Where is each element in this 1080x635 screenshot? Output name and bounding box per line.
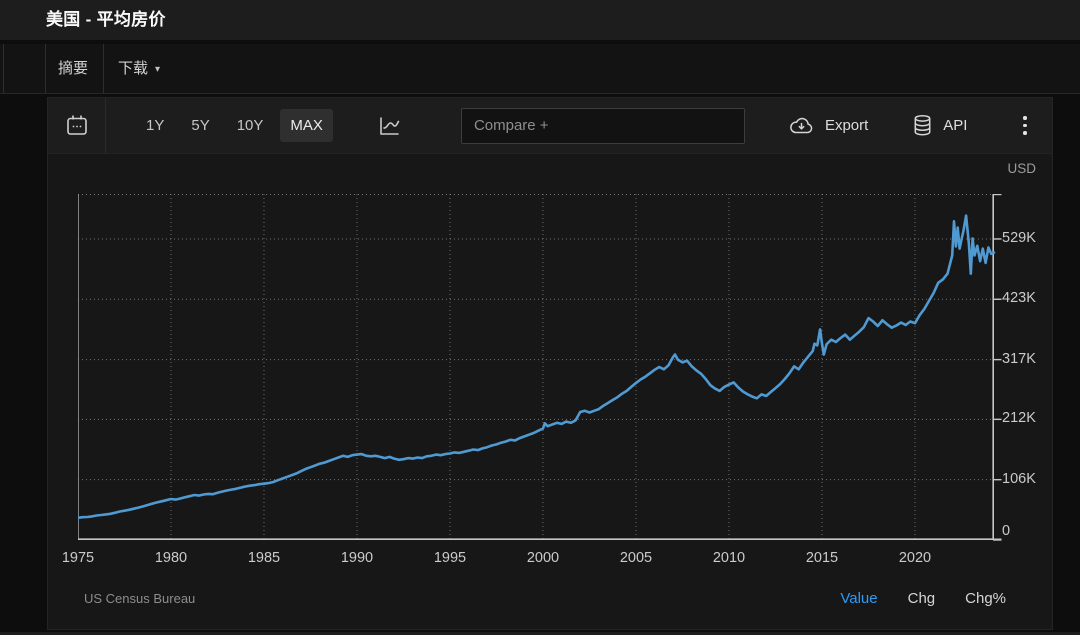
source-attribution: US Census Bureau (84, 591, 195, 606)
x-axis-label: 1990 (341, 550, 373, 566)
x-axis-label: 2005 (620, 550, 652, 566)
footer-link-chg[interactable]: Chg (908, 590, 936, 607)
range-1y-button[interactable]: 1Y (136, 109, 174, 142)
y-axis-label: 212K (1002, 410, 1036, 426)
chart-panel: 1Y5Y10YMAX Export (47, 97, 1053, 630)
api-button[interactable]: API (903, 107, 976, 144)
range-buttons: 1Y5Y10YMAX (136, 109, 333, 142)
x-axis-label: 1975 (62, 550, 94, 566)
range-5y-button[interactable]: 5Y (181, 109, 219, 142)
tab-bar (0, 44, 1080, 94)
export-button[interactable]: Export (779, 108, 877, 143)
page-title: 美国 - 平均房价 (46, 0, 166, 40)
x-axis-label: 2010 (713, 550, 745, 566)
tab-summary[interactable]: 摘要 (58, 44, 88, 93)
x-axis-label: 1995 (434, 550, 466, 566)
price-line-chart[interactable] (78, 194, 1004, 546)
range-10y-button[interactable]: 10Y (227, 109, 274, 142)
x-axis-label: 2000 (527, 550, 559, 566)
series-mode-links: Value Chg Chg% (840, 590, 1006, 607)
price-series-line (78, 216, 994, 518)
cloud-download-icon (788, 115, 815, 136)
y-axis-label: 529K (1002, 230, 1036, 246)
x-axis-label: 1985 (248, 550, 280, 566)
x-axis-label: 2015 (806, 550, 838, 566)
unit-label: USD (1007, 161, 1036, 176)
range-max-button[interactable]: MAX (280, 109, 333, 142)
y-axis-label: 0 (1002, 523, 1010, 539)
database-icon (912, 114, 933, 137)
calendar-button[interactable] (48, 98, 106, 154)
chart-type-button[interactable] (367, 107, 411, 145)
chevron-down-icon: ▾ (155, 64, 160, 75)
y-axis-label: 106K (1002, 471, 1036, 487)
export-label: Export (825, 117, 868, 134)
kebab-menu-icon (1023, 116, 1027, 120)
y-axis-label: 317K (1002, 351, 1036, 367)
footer-link-value[interactable]: Value (840, 590, 877, 607)
title-bar: 美国 - 平均房价 (0, 0, 1080, 40)
more-options-button[interactable] (1010, 107, 1040, 145)
compare-input[interactable] (461, 108, 745, 144)
tab-download[interactable]: 下载▾ (118, 44, 160, 93)
line-chart-icon (376, 114, 402, 138)
tab-separator (3, 44, 4, 93)
api-label: API (943, 117, 967, 134)
tab-separator (103, 44, 104, 93)
x-axis-label: 2020 (899, 550, 931, 566)
tab-separator (45, 44, 46, 93)
footer-link-chgpct[interactable]: Chg% (965, 590, 1006, 607)
chart-toolbar: 1Y5Y10YMAX Export (48, 98, 1052, 154)
x-axis-label: 1980 (155, 550, 187, 566)
chart-area: USD 529K 423K 317K 212K 106K 0 1975 1980 1985 19… (48, 154, 1052, 630)
y-axis-label: 423K (1002, 290, 1036, 306)
calendar-icon (64, 113, 90, 139)
